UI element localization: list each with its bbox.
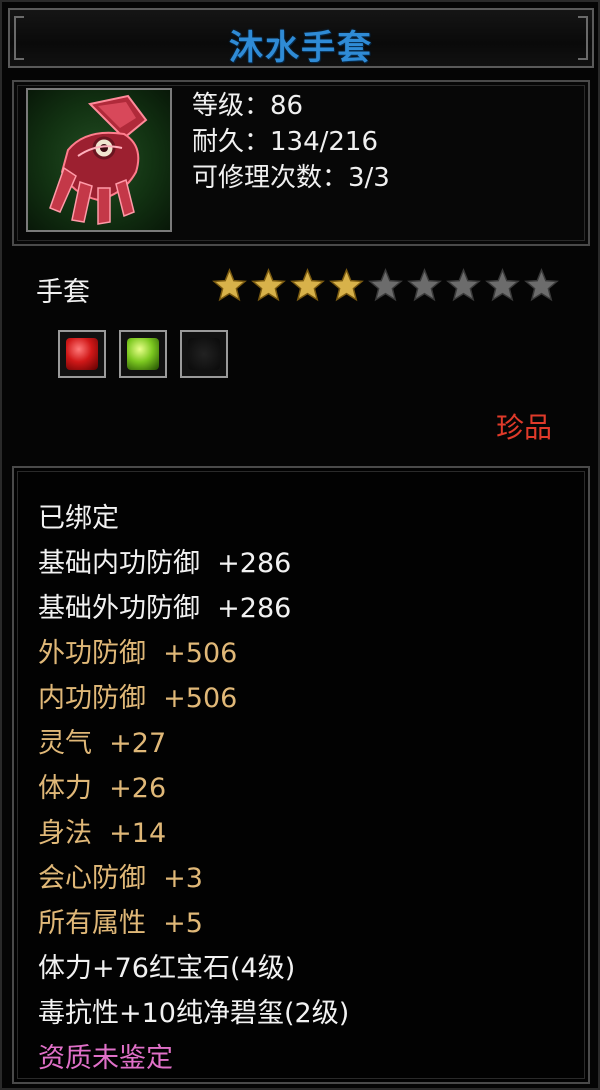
gem-bonus-2: 毒抗性+10纯净碧玺(2级) (38, 998, 350, 1029)
quality-status: 资质未鉴定 (38, 1043, 173, 1074)
item-type: 手套 (36, 277, 90, 308)
attr-crit-defense: 会心防御 +3 (38, 863, 203, 894)
item-durability: 耐久：134/216 (192, 127, 379, 157)
star-filled-icon (290, 268, 325, 302)
gem-bonus-1: 体力+76红宝石(4级) (38, 953, 296, 984)
gem-socket-1[interactable] (58, 330, 106, 378)
item-name: 沐水手套 (229, 28, 373, 68)
attr-stamina: 体力 +26 (38, 773, 167, 804)
item-level: 等级：86 (192, 91, 304, 121)
star-empty-icon (368, 268, 403, 302)
star-filled-icon (329, 268, 364, 302)
title-bar: 沐水手套 (8, 8, 594, 68)
red-gem-icon (66, 338, 98, 370)
bound-status: 已绑定 (38, 503, 119, 534)
attr-spirit: 灵气 +27 (38, 728, 167, 759)
attribute-list: 已绑定 基础内功防御 +286 基础外功防御 +286 外功防御 +506 内功… (38, 496, 349, 1081)
rarity-label: 珍品 (495, 411, 552, 444)
attr-agility: 身法 +14 (38, 818, 167, 849)
gem-sockets (58, 330, 228, 378)
star-empty-icon (524, 268, 559, 302)
attr-inner-defense: 内功防御 +506 (38, 683, 238, 714)
attr-base-inner-defense: 基础内功防御 +286 (38, 548, 292, 579)
star-empty-icon (446, 268, 481, 302)
item-tooltip-panel: 沐水手套 等级：86 耐久：134/216 可修理次数：3/3 手套 珍品 已绑… (0, 0, 600, 1090)
item-stats: 等级：86 耐久：134/216 可修理次数：3/3 (192, 88, 390, 196)
gem-socket-3[interactable] (180, 330, 228, 378)
star-filled-icon (251, 268, 286, 302)
attributes-section: 已绑定 基础内功防御 +286 基础外功防御 +286 外功防御 +506 内功… (12, 466, 590, 1084)
star-empty-icon (485, 268, 520, 302)
item-info-section: 等级：86 耐久：134/216 可修理次数：3/3 (12, 80, 590, 246)
empty-socket-icon (188, 338, 220, 370)
star-empty-icon (407, 268, 442, 302)
attr-all-attributes: 所有属性 +5 (38, 908, 203, 939)
attr-base-outer-defense: 基础外功防御 +286 (38, 593, 292, 624)
gem-socket-2[interactable] (119, 330, 167, 378)
attr-outer-defense: 外功防御 +506 (38, 638, 238, 669)
gauntlet-icon (26, 88, 172, 232)
green-gem-icon (127, 338, 159, 370)
item-repair-count: 可修理次数：3/3 (192, 163, 390, 193)
star-filled-icon (212, 268, 247, 302)
star-rating (212, 268, 559, 303)
